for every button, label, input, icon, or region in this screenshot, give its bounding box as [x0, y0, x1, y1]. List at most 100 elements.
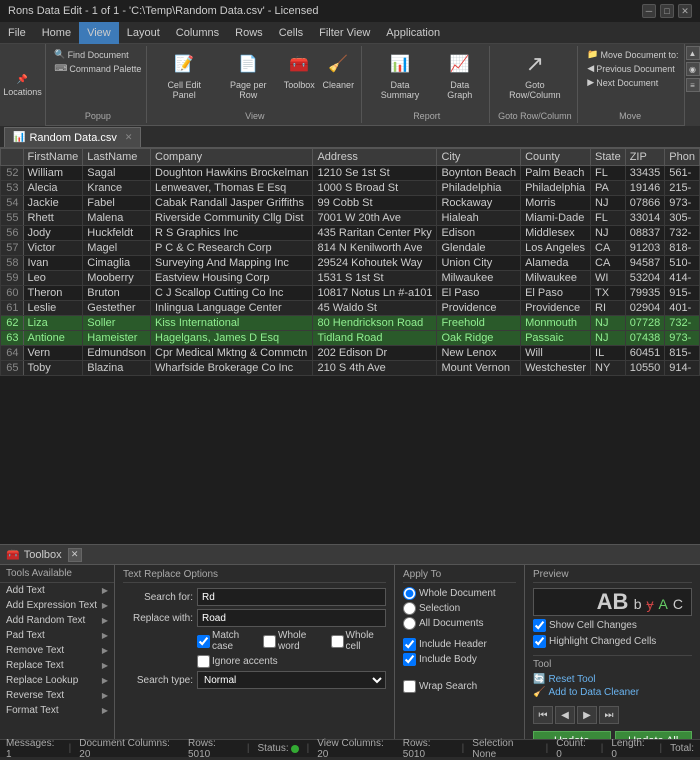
table-row[interactable]: 54JackieFabelCabak Randall Jasper Griffi…: [1, 196, 700, 211]
table-cell[interactable]: 1531 S 1st St: [313, 271, 437, 286]
table-cell[interactable]: Leslie: [23, 301, 83, 316]
goto-rowcol-button[interactable]: ↗ Goto Row/Column: [496, 48, 573, 102]
table-cell[interactable]: 732-: [665, 316, 700, 331]
table-cell[interactable]: Middlesex: [521, 226, 591, 241]
nav-last-button[interactable]: ⏭: [599, 706, 619, 724]
menu-layout[interactable]: Layout: [119, 22, 168, 44]
table-cell[interactable]: Surveying And Mapping Inc: [151, 256, 313, 271]
highlight-changed-cells-checkbox[interactable]: Highlight Changed Cells: [533, 635, 692, 648]
table-cell[interactable]: CA: [591, 241, 626, 256]
table-cell[interactable]: Fabel: [83, 196, 151, 211]
table-cell[interactable]: 99 Cobb St: [313, 196, 437, 211]
table-cell[interactable]: Westchester: [521, 361, 591, 376]
row-number[interactable]: 62: [1, 316, 24, 331]
table-row[interactable]: 53AleciaKranceLenweaver, Thomas E Esq100…: [1, 181, 700, 196]
row-number[interactable]: 55: [1, 211, 24, 226]
table-cell[interactable]: 07438: [625, 331, 665, 346]
table-cell[interactable]: Rhett: [23, 211, 83, 226]
command-palette-button[interactable]: ⌨ Command Palette: [51, 62, 144, 75]
table-cell[interactable]: El Paso: [437, 286, 521, 301]
all-documents-radio[interactable]: All Documents: [403, 617, 516, 630]
table-cell[interactable]: 818-: [665, 241, 700, 256]
table-cell[interactable]: Toby: [23, 361, 83, 376]
table-cell[interactable]: RI: [591, 301, 626, 316]
data-summary-button[interactable]: 📊 Data Summary: [368, 48, 432, 102]
table-cell[interactable]: Gestether: [83, 301, 151, 316]
table-cell[interactable]: NJ: [591, 331, 626, 346]
table-cell[interactable]: NY: [591, 361, 626, 376]
table-cell[interactable]: Malena: [83, 211, 151, 226]
table-cell[interactable]: Palm Beach: [521, 166, 591, 181]
menu-view[interactable]: View: [79, 22, 119, 44]
table-cell[interactable]: Cimaglia: [83, 256, 151, 271]
menu-application[interactable]: Application: [378, 22, 448, 44]
table-cell[interactable]: Vern: [23, 346, 83, 361]
table-cell[interactable]: Philadelphia: [437, 181, 521, 196]
table-cell[interactable]: FL: [591, 211, 626, 226]
reset-tool-link[interactable]: 🔄 Reset Tool: [533, 673, 692, 686]
table-cell[interactable]: 305-: [665, 211, 700, 226]
close-button[interactable]: ✕: [678, 4, 692, 18]
table-cell[interactable]: Krance: [83, 181, 151, 196]
table-cell[interactable]: 1000 S Broad St: [313, 181, 437, 196]
table-cell[interactable]: Providence: [437, 301, 521, 316]
table-cell[interactable]: 33435: [625, 166, 665, 181]
table-cell[interactable]: CA: [591, 256, 626, 271]
table-cell[interactable]: 53204: [625, 271, 665, 286]
page-per-row-button[interactable]: 📄 Page per Row: [218, 48, 279, 102]
selection-radio[interactable]: Selection: [403, 602, 516, 615]
table-cell[interactable]: 94587: [625, 256, 665, 271]
table-cell[interactable]: New Lenox: [437, 346, 521, 361]
nav-next-button[interactable]: ▶: [577, 706, 597, 724]
table-cell[interactable]: 10550: [625, 361, 665, 376]
search-type-select[interactable]: Normal: [197, 671, 386, 689]
ignore-accents-checkbox[interactable]: Ignore accents: [197, 655, 278, 668]
table-row[interactable]: 63AntioneHameisterHagelgans, James D Esq…: [1, 331, 700, 346]
tool-list-item[interactable]: Pad Text▶: [0, 628, 114, 643]
whole-cell-checkbox[interactable]: Whole cell: [331, 630, 386, 652]
table-cell[interactable]: C J Scallop Cutting Co Inc: [151, 286, 313, 301]
tool-list-item[interactable]: Add Expression Text▶: [0, 598, 114, 613]
table-cell[interactable]: El Paso: [521, 286, 591, 301]
table-cell[interactable]: 561-: [665, 166, 700, 181]
cell-edit-panel-button[interactable]: 📝 Cell Edit Panel: [153, 48, 216, 102]
table-row[interactable]: 57VictorMagelP C & C Research Corp814 N …: [1, 241, 700, 256]
table-cell[interactable]: Blazina: [83, 361, 151, 376]
table-cell[interactable]: R S Graphics Inc: [151, 226, 313, 241]
table-cell[interactable]: Morris: [521, 196, 591, 211]
add-to-data-cleaner-link[interactable]: 🧹 Add to Data Cleaner: [533, 686, 692, 699]
table-cell[interactable]: Kiss International: [151, 316, 313, 331]
nav-first-button[interactable]: ⏮: [533, 706, 553, 724]
table-cell[interactable]: Miami-Dade: [521, 211, 591, 226]
row-number[interactable]: 58: [1, 256, 24, 271]
table-cell[interactable]: Mount Vernon: [437, 361, 521, 376]
table-cell[interactable]: Riverside Community Cllg Dist: [151, 211, 313, 226]
tool-list-item[interactable]: Replace Lookup▶: [0, 673, 114, 688]
table-cell[interactable]: 60451: [625, 346, 665, 361]
tool-list-item[interactable]: Add Random Text▶: [0, 613, 114, 628]
table-cell[interactable]: Union City: [437, 256, 521, 271]
table-cell[interactable]: 80 Hendrickson Road: [313, 316, 437, 331]
table-cell[interactable]: 10817 Notus Ln #-a101: [313, 286, 437, 301]
tool-list-item[interactable]: Reverse Text▶: [0, 688, 114, 703]
table-cell[interactable]: 29524 Kohoutek Way: [313, 256, 437, 271]
table-row[interactable]: 52WilliamSagalDoughton Hawkins Brockelma…: [1, 166, 700, 181]
next-document-button[interactable]: ▶ Next Document: [584, 76, 676, 89]
table-cell[interactable]: 07728: [625, 316, 665, 331]
table-cell[interactable]: 401-: [665, 301, 700, 316]
table-cell[interactable]: 202 Edison Dr: [313, 346, 437, 361]
table-cell[interactable]: Ivan: [23, 256, 83, 271]
table-cell[interactable]: Alecia: [23, 181, 83, 196]
table-cell[interactable]: TX: [591, 286, 626, 301]
table-cell[interactable]: NJ: [591, 196, 626, 211]
table-cell[interactable]: Hialeah: [437, 211, 521, 226]
table-cell[interactable]: Monmouth: [521, 316, 591, 331]
table-cell[interactable]: 973-: [665, 331, 700, 346]
table-cell[interactable]: Milwaukee: [521, 271, 591, 286]
menu-filter-view[interactable]: Filter View: [311, 22, 378, 44]
table-cell[interactable]: 915-: [665, 286, 700, 301]
locations-button[interactable]: 📌 Locations: [0, 44, 46, 126]
nav-prev-button[interactable]: ◀: [555, 706, 575, 724]
sidebar-btn-2[interactable]: ◉: [686, 62, 700, 76]
table-cell[interactable]: 1210 Se 1st St: [313, 166, 437, 181]
